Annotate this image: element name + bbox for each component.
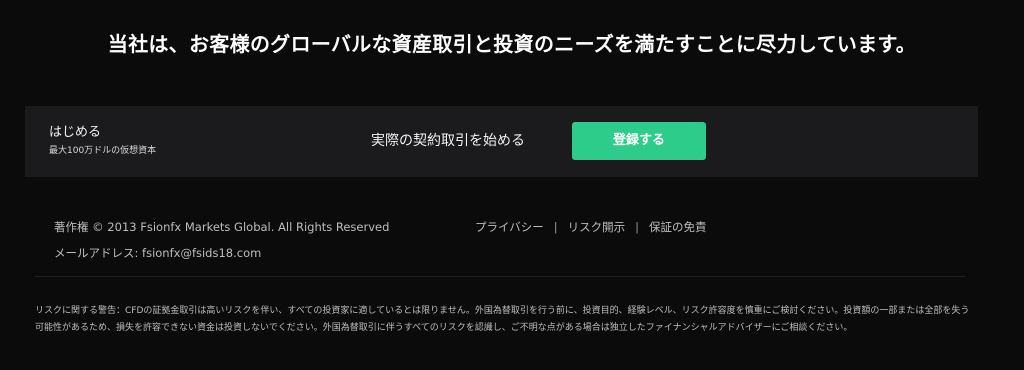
- contact-email: メールアドレス: fsionfx@fsids18.com: [54, 246, 262, 260]
- risk-disclosure-link[interactable]: リスク開示: [568, 220, 626, 234]
- link-separator: |: [553, 220, 558, 234]
- register-button[interactable]: 登録する: [572, 122, 706, 160]
- cta-subtitle: 最大100万ドルの仮想資本: [49, 146, 157, 156]
- risk-warning-text: リスクに関する警告：CFDの証拠金取引は高いリスクを伴い、すべての投資家に適して…: [35, 306, 970, 333]
- cta-banner: はじめる 最大100万ドルの仮想資本 実際の契約取引を始める 登録する: [25, 106, 978, 177]
- copyright-text: 著作権 © 2013 Fsionfx Markets Global. All R…: [54, 220, 390, 234]
- footer-divider: [35, 276, 965, 277]
- page-headline: 当社は、お客様のグローバルな資産取引と投資のニーズを満たすことに尽力しています。: [107, 32, 917, 56]
- disclaimer-link[interactable]: 保証の免責: [649, 220, 707, 234]
- cta-intro: はじめる 最大100万ドルの仮想資本: [49, 125, 156, 157]
- privacy-link[interactable]: プライバシー: [475, 220, 544, 234]
- cta-description: 実際の契約取引を始める: [371, 133, 525, 149]
- footer-links: プライバシー | リスク開示 | 保証の免責: [475, 219, 707, 235]
- link-separator: |: [635, 220, 640, 234]
- cta-title: はじめる: [49, 125, 102, 140]
